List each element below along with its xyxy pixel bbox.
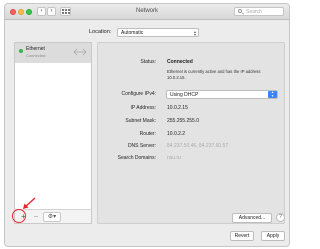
configure-ipv4-value: Using DHCP: [170, 92, 199, 98]
search-placeholder: Search: [246, 9, 262, 15]
help-button[interactable]: ?: [276, 213, 285, 222]
service-item-ethernet[interactable]: Ethernet Connected: [15, 43, 91, 63]
red-arrow-icon: [23, 197, 36, 209]
configure-ipv4-label: Configure IPv4:: [121, 91, 156, 97]
apply-button[interactable]: Apply: [261, 231, 285, 241]
location-value: Automatic: [121, 30, 144, 36]
remove-service-button[interactable]: −: [31, 212, 41, 222]
revert-button[interactable]: Revert: [230, 231, 254, 241]
ip-address-value: 10.0.2.15: [167, 105, 188, 111]
status-dot-icon: [19, 49, 23, 53]
service-status: Connected: [26, 53, 46, 58]
updown-arrows-icon: ▴ ▾: [268, 90, 277, 98]
status-label: Status:: [140, 59, 156, 65]
status-value: Connected: [167, 59, 193, 65]
router-value: 10.0.2.2: [167, 131, 186, 137]
title-bar: ‹ › Network Search: [5, 4, 289, 20]
highlight-circle: [12, 209, 26, 223]
location-select[interactable]: Automatic ▴ ▾: [117, 28, 199, 37]
dns-server-value: 84.237.50.46, 84.237.60.57: [167, 143, 229, 149]
gear-menu-button[interactable]: ⚙▾: [43, 212, 61, 222]
search-domains-value: nsu.ru: [167, 155, 181, 161]
search-field[interactable]: Search: [234, 7, 284, 16]
status-description: Ethernet is currently active and has the…: [167, 69, 261, 80]
advanced-button[interactable]: Advanced...: [232, 213, 272, 223]
subnet-mask-value: 255.255.255.0: [167, 118, 199, 124]
dns-server-label: DNS Server:: [127, 143, 156, 149]
detail-panel: Status: Connected Ethernet is currently …: [97, 42, 285, 224]
network-preferences-window: ‹ › Network Search Location: Automatic ▴…: [4, 3, 290, 247]
service-name: Ethernet: [26, 46, 45, 52]
ethernet-arrows-icon: [73, 48, 87, 56]
configure-ipv4-select[interactable]: Using DHCP ▴ ▾: [166, 90, 278, 99]
router-label: Router:: [139, 131, 156, 137]
search-domains-label: Search Domains:: [117, 155, 156, 161]
ip-address-label: IP Address:: [130, 105, 156, 111]
location-label: Location:: [89, 29, 112, 35]
updown-arrows-icon: ▴ ▾: [193, 29, 196, 37]
subnet-mask-label: Subnet Mask:: [125, 118, 156, 124]
